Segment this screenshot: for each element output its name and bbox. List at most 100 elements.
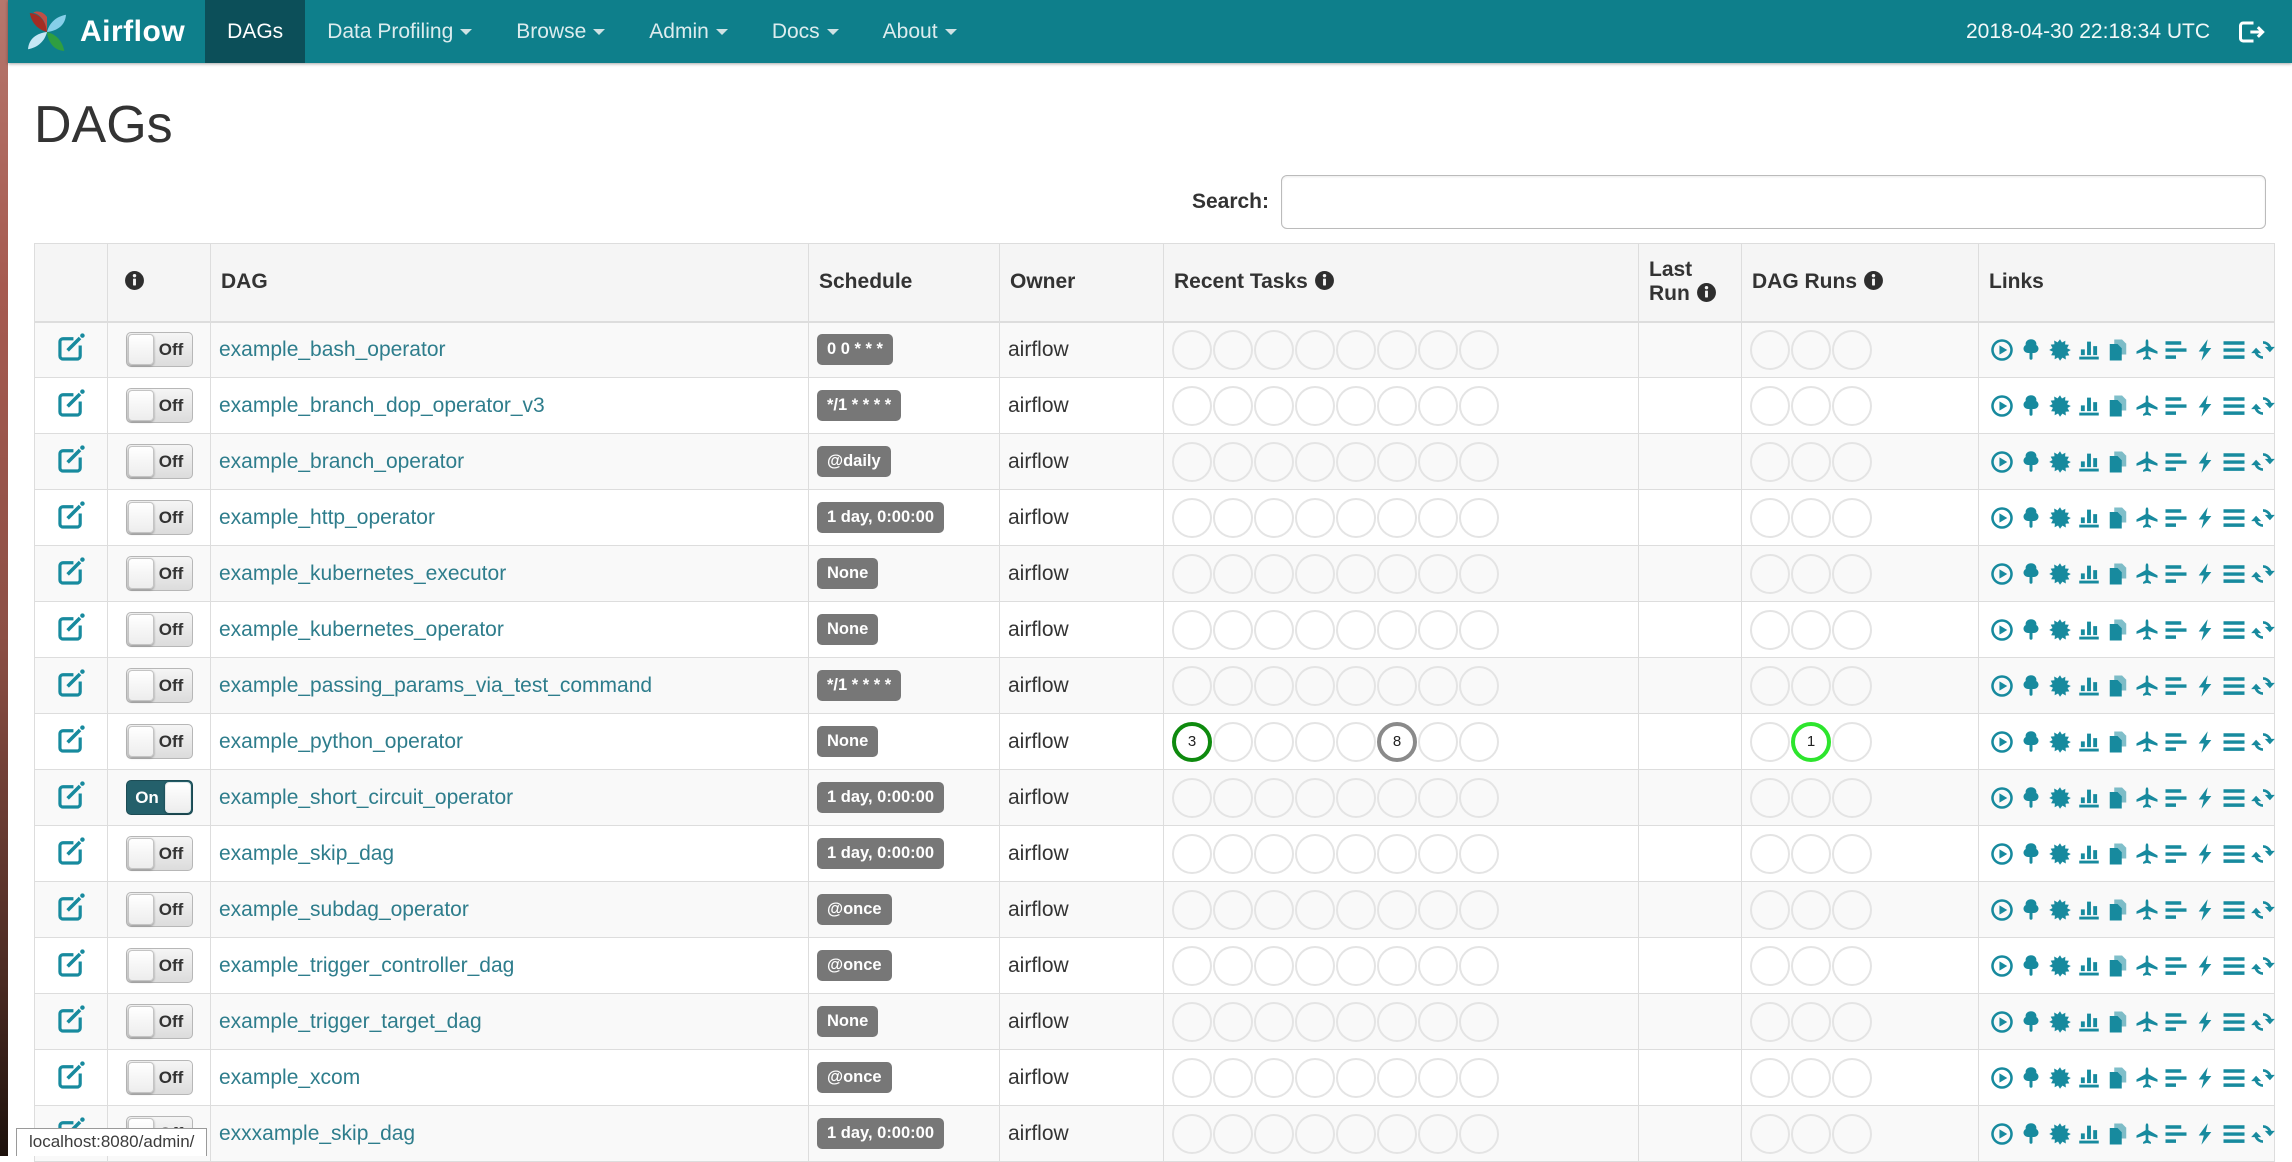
dag-link[interactable]: example_trigger_controller_dag <box>219 954 514 977</box>
edit-dag-icon[interactable] <box>56 724 86 754</box>
task-tries-icon[interactable] <box>2106 842 2130 866</box>
dag-pause-toggle[interactable]: Off <box>125 444 193 479</box>
dag-pause-toggle[interactable]: Off <box>125 892 193 927</box>
nav-item-dags[interactable]: DAGs <box>205 0 306 63</box>
landing-times-icon[interactable] <box>2135 1010 2159 1034</box>
task-duration-icon[interactable] <box>2077 674 2101 698</box>
landing-times-icon[interactable] <box>2135 898 2159 922</box>
schedule-badge[interactable]: 1 day, 0:00:00 <box>817 838 945 869</box>
graph-view-icon[interactable] <box>2048 674 2072 698</box>
dag-link[interactable]: example_branch_dop_operator_v3 <box>219 394 545 417</box>
schedule-badge[interactable]: 1 day, 0:00:00 <box>817 1118 945 1149</box>
task-duration-icon[interactable] <box>2077 1066 2101 1090</box>
schedule-badge[interactable]: @daily <box>817 446 891 477</box>
landing-times-icon[interactable] <box>2135 674 2159 698</box>
logs-icon[interactable] <box>2222 506 2246 530</box>
logs-icon[interactable] <box>2222 898 2246 922</box>
landing-times-icon[interactable] <box>2135 338 2159 362</box>
tree-view-icon[interactable] <box>2019 786 2043 810</box>
tree-view-icon[interactable] <box>2019 1122 2043 1146</box>
dag-link[interactable]: example_xcom <box>219 1066 360 1089</box>
tree-view-icon[interactable] <box>2019 338 2043 362</box>
task-duration-icon[interactable] <box>2077 730 2101 754</box>
gantt-icon[interactable] <box>2164 450 2188 474</box>
graph-view-icon[interactable] <box>2048 562 2072 586</box>
tree-view-icon[interactable] <box>2019 562 2043 586</box>
task-duration-icon[interactable] <box>2077 450 2101 474</box>
code-icon[interactable] <box>2193 338 2217 362</box>
logs-icon[interactable] <box>2222 450 2246 474</box>
graph-view-icon[interactable] <box>2048 1122 2072 1146</box>
task-duration-icon[interactable] <box>2077 506 2101 530</box>
dag-link[interactable]: example_branch_operator <box>219 450 464 473</box>
tree-view-icon[interactable] <box>2019 1066 2043 1090</box>
dag-link[interactable]: example_skip_dag <box>219 842 394 865</box>
gantt-icon[interactable] <box>2164 1010 2188 1034</box>
graph-view-icon[interactable] <box>2048 338 2072 362</box>
trigger-dag-icon[interactable] <box>1990 338 2014 362</box>
code-icon[interactable] <box>2193 730 2217 754</box>
landing-times-icon[interactable] <box>2135 450 2159 474</box>
code-icon[interactable] <box>2193 898 2217 922</box>
refresh-icon[interactable] <box>2250 450 2275 474</box>
dag-link[interactable]: example_python_operator <box>219 730 463 753</box>
gantt-icon[interactable] <box>2164 1122 2188 1146</box>
tree-view-icon[interactable] <box>2019 954 2043 978</box>
code-icon[interactable] <box>2193 954 2217 978</box>
refresh-icon[interactable] <box>2250 674 2275 698</box>
trigger-dag-icon[interactable] <box>1990 786 2014 810</box>
logs-icon[interactable] <box>2222 394 2246 418</box>
dag-pause-toggle[interactable]: Off <box>125 500 193 535</box>
trigger-dag-icon[interactable] <box>1990 954 2014 978</box>
task-tries-icon[interactable] <box>2106 786 2130 810</box>
task-tries-icon[interactable] <box>2106 674 2130 698</box>
code-icon[interactable] <box>2193 842 2217 866</box>
edit-dag-icon[interactable] <box>56 668 86 698</box>
task-duration-icon[interactable] <box>2077 898 2101 922</box>
edit-dag-icon[interactable] <box>56 612 86 642</box>
tree-view-icon[interactable] <box>2019 618 2043 642</box>
schedule-badge[interactable]: None <box>817 726 879 757</box>
landing-times-icon[interactable] <box>2135 1122 2159 1146</box>
logs-icon[interactable] <box>2222 674 2246 698</box>
tree-view-icon[interactable] <box>2019 674 2043 698</box>
schedule-badge[interactable]: @once <box>817 950 892 981</box>
search-input[interactable] <box>1281 175 2266 229</box>
dag-pause-toggle[interactable]: Off <box>125 948 193 983</box>
refresh-icon[interactable] <box>2250 394 2275 418</box>
edit-dag-icon[interactable] <box>56 1060 86 1090</box>
refresh-icon[interactable] <box>2250 1010 2275 1034</box>
dag-pause-toggle[interactable]: Off <box>125 332 193 368</box>
refresh-icon[interactable] <box>2250 786 2275 810</box>
logs-icon[interactable] <box>2222 338 2246 362</box>
schedule-badge[interactable]: */1 * * * * <box>817 390 902 421</box>
logout-icon[interactable] <box>2236 18 2266 46</box>
dag-link[interactable]: example_http_operator <box>219 506 435 529</box>
gantt-icon[interactable] <box>2164 786 2188 810</box>
task-tries-icon[interactable] <box>2106 898 2130 922</box>
edit-dag-icon[interactable] <box>56 556 86 586</box>
task-tries-icon[interactable] <box>2106 1066 2130 1090</box>
dag-pause-toggle[interactable]: Off <box>125 556 193 591</box>
nav-item-docs[interactable]: Docs <box>750 0 861 63</box>
trigger-dag-icon[interactable] <box>1990 674 2014 698</box>
schedule-badge[interactable]: 1 day, 0:00:00 <box>817 502 945 533</box>
code-icon[interactable] <box>2193 450 2217 474</box>
schedule-badge[interactable]: 0 0 * * * <box>817 334 893 366</box>
trigger-dag-icon[interactable] <box>1990 1066 2014 1090</box>
gantt-icon[interactable] <box>2164 338 2188 362</box>
code-icon[interactable] <box>2193 1066 2217 1090</box>
code-icon[interactable] <box>2193 506 2217 530</box>
refresh-icon[interactable] <box>2250 1066 2275 1090</box>
landing-times-icon[interactable] <box>2135 394 2159 418</box>
nav-item-browse[interactable]: Browse <box>494 0 627 63</box>
refresh-icon[interactable] <box>2250 506 2275 530</box>
code-icon[interactable] <box>2193 786 2217 810</box>
gantt-icon[interactable] <box>2164 562 2188 586</box>
task-duration-icon[interactable] <box>2077 394 2101 418</box>
logs-icon[interactable] <box>2222 562 2246 586</box>
logs-icon[interactable] <box>2222 730 2246 754</box>
logs-icon[interactable] <box>2222 1122 2246 1146</box>
dag-link[interactable]: exxxample_skip_dag <box>219 1122 415 1145</box>
dag-pause-toggle[interactable]: Off <box>125 724 193 759</box>
